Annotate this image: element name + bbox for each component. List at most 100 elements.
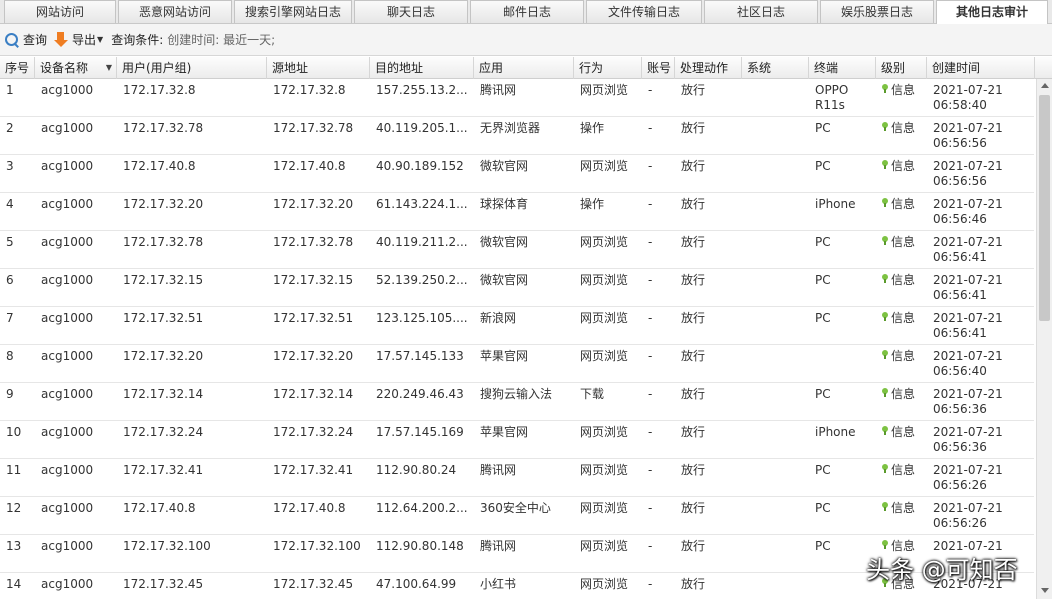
column-header-label: 创建时间 <box>932 61 981 75</box>
export-button[interactable]: 导出 ▼ <box>53 31 103 48</box>
table-row[interactable]: 1 acg1000 172.17.32.8 172.17.32.8 157.255.13… <box>0 79 1034 117</box>
cell-created-time: 2021-07-21 06:56:41 <box>927 273 1034 303</box>
cell-created-time: 2021-07-21 06:56:40 <box>927 349 1034 379</box>
scrollbar-thumb[interactable] <box>1039 95 1050 321</box>
tab-3[interactable]: 聊天日志 <box>354 0 468 23</box>
cell-src: 172.17.32.78 <box>273 235 354 249</box>
column-header-4[interactable]: 目的地址 <box>370 57 474 79</box>
cell-user: 172.17.32.78 <box>123 235 204 249</box>
cell-dst: 112.90.80.148 <box>376 539 464 553</box>
cell-app: 微软官网 <box>480 159 529 173</box>
cell-app: 苹果官网 <box>480 425 529 439</box>
table-row[interactable]: 9 acg1000 172.17.32.14 172.17.32.14 220.249.… <box>0 383 1034 421</box>
cell-src: 172.17.32.41 <box>273 463 354 477</box>
cell-action: 放行 <box>681 235 706 249</box>
column-header-label: 终端 <box>814 61 839 75</box>
tab-1[interactable]: 恶意网站访问 <box>118 0 232 23</box>
vertical-scrollbar[interactable] <box>1036 79 1052 599</box>
created-date: 2021-07-21 <box>933 273 1003 287</box>
cell-dst: 17.57.145.133 <box>376 349 464 363</box>
tab-5[interactable]: 文件传输日志 <box>586 0 702 23</box>
cell-created-time: 2021-07-21 06:56:36 <box>927 387 1034 417</box>
cell-device: acg1000 <box>41 463 94 477</box>
tab-2[interactable]: 搜索引擎网站日志 <box>234 0 352 23</box>
cell-device: acg1000 <box>41 539 94 553</box>
cell-device: acg1000 <box>41 349 94 363</box>
log-table: 1 acg1000 172.17.32.8 172.17.32.8 157.255.13… <box>0 79 1034 599</box>
info-level-icon <box>882 350 888 359</box>
column-header-11[interactable]: 级别 <box>876 57 927 79</box>
cell-user: 172.17.32.51 <box>123 311 204 325</box>
created-date: 2021-07-21 <box>933 501 1003 515</box>
tab-8[interactable]: 其他日志审计 <box>936 0 1048 24</box>
column-header-9[interactable]: 系统 <box>742 57 809 79</box>
level-text: 信息 <box>891 121 916 135</box>
cell-dst: 112.90.80.24 <box>376 463 457 477</box>
cell-device: acg1000 <box>41 577 94 591</box>
column-header-1[interactable]: 设备名称 ▼ <box>35 57 117 79</box>
cell-level: 信息 <box>876 311 927 326</box>
table-row[interactable]: 5 acg1000 172.17.32.78 172.17.32.78 40.119.2… <box>0 231 1034 269</box>
cell-action: 放行 <box>681 387 706 401</box>
column-header-2[interactable]: 用户(用户组) <box>117 57 267 79</box>
cell-created-time: 2021-07-21 06:56:41 <box>927 235 1034 265</box>
cell-behavior: 网页浏览 <box>580 463 629 477</box>
scroll-down-icon[interactable] <box>1041 588 1049 593</box>
table-row[interactable]: 8 acg1000 172.17.32.20 172.17.32.20 17.57.14… <box>0 345 1034 383</box>
table-row[interactable]: 3 acg1000 172.17.40.8 172.17.40.8 40.90.189.… <box>0 155 1034 193</box>
table-row[interactable]: 4 acg1000 172.17.32.20 172.17.32.20 61.143.2… <box>0 193 1034 231</box>
cell-user: 172.17.32.41 <box>123 463 204 477</box>
cell-account: - <box>648 387 653 401</box>
query-button[interactable]: 查询 <box>4 31 47 48</box>
column-header-12[interactable]: 创建时间 <box>927 57 1035 79</box>
table-row[interactable]: 10 acg1000 172.17.32.24 172.17.32.24 17.57.1… <box>0 421 1034 459</box>
scroll-up-icon[interactable] <box>1041 83 1049 88</box>
tab-0[interactable]: 网站访问 <box>4 0 116 23</box>
cell-dst: 61.143.224.1... <box>376 197 468 211</box>
table-row[interactable]: 2 acg1000 172.17.32.78 172.17.32.78 40.119.2… <box>0 117 1034 155</box>
cell-action: 放行 <box>681 349 706 363</box>
level-text: 信息 <box>891 235 916 249</box>
table-row[interactable]: 12 acg1000 172.17.40.8 172.17.40.8 112.64.20… <box>0 497 1034 535</box>
tab-6[interactable]: 社区日志 <box>704 0 818 23</box>
search-icon <box>4 32 20 48</box>
level-text: 信息 <box>891 83 916 97</box>
column-header-label: 用户(用户组) <box>122 61 192 75</box>
cell-src: 172.17.40.8 <box>273 501 346 515</box>
cell-dst: 17.57.145.169 <box>376 425 464 439</box>
created-time: 06:56:56 <box>933 136 987 150</box>
query-label: 查询 <box>23 33 48 47</box>
cell-account: - <box>648 121 653 135</box>
column-menu-icon[interactable]: ▼ <box>106 57 112 79</box>
cell-device: acg1000 <box>41 501 94 515</box>
table-row[interactable]: 11 acg1000 172.17.32.41 172.17.32.41 112.90.… <box>0 459 1034 497</box>
column-header-6[interactable]: 行为 <box>574 57 642 79</box>
tab-7[interactable]: 娱乐股票日志 <box>820 0 934 23</box>
column-header-8[interactable]: 处理动作 <box>675 57 742 79</box>
level-text: 信息 <box>891 273 916 287</box>
cell-user: 172.17.40.8 <box>123 501 196 515</box>
table-header: 序号 设备名称 ▼ 用户(用户组) 源地址 目的地址 应用 行为 账号 处理动作 系统 终端 级别 创建时… <box>0 57 1052 79</box>
export-label: 导出 <box>72 33 97 47</box>
column-header-10[interactable]: 终端 <box>809 57 876 79</box>
condition-value: 创建时间: 最近一天; <box>167 33 276 47</box>
cell-user: 172.17.32.24 <box>123 425 204 439</box>
cell-no: 6 <box>6 273 14 287</box>
table-row[interactable]: 7 acg1000 172.17.32.51 172.17.32.51 123.125.… <box>0 307 1034 345</box>
level-text: 信息 <box>891 159 916 173</box>
cell-action: 放行 <box>681 121 706 135</box>
column-header-5[interactable]: 应用 <box>474 57 574 79</box>
cell-app: 苹果官网 <box>480 349 529 363</box>
cell-action: 放行 <box>681 197 706 211</box>
tab-4[interactable]: 邮件日志 <box>470 0 584 23</box>
cell-account: - <box>648 273 653 287</box>
cell-dst: 123.125.105.... <box>376 311 468 325</box>
column-header-0[interactable]: 序号 <box>0 57 35 79</box>
table-row[interactable]: 6 acg1000 172.17.32.15 172.17.32.15 52.139.2… <box>0 269 1034 307</box>
column-header-label: 序号 <box>5 61 30 75</box>
level-text: 信息 <box>891 501 916 515</box>
column-header-3[interactable]: 源地址 <box>267 57 370 79</box>
cell-app: 球探体育 <box>480 197 529 211</box>
cell-account: - <box>648 577 653 591</box>
column-header-7[interactable]: 账号 <box>642 57 675 79</box>
